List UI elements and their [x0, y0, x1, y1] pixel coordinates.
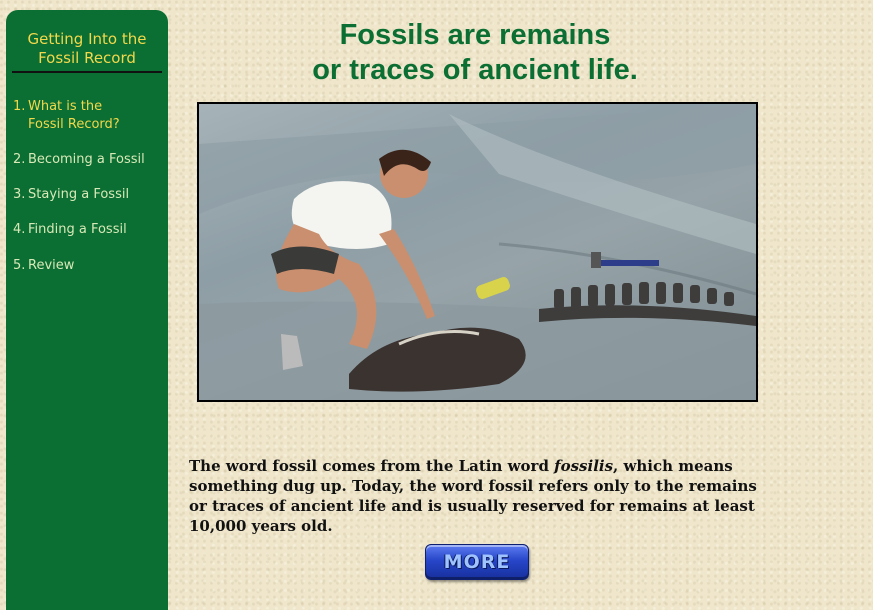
- sidebar-item-label: What is the Fossil Record?: [28, 98, 148, 134]
- body-text-part1: The word fossil comes from the Latin wor…: [189, 457, 555, 475]
- sidebar-item-label: Staying a Fossil: [28, 187, 130, 202]
- sidebar-item-staying-a-fossil[interactable]: 3. Staying a Fossil: [13, 186, 129, 204]
- sidebar-item-number: 1.: [13, 99, 26, 114]
- sidebar-title-line2: Fossil Record: [38, 49, 136, 67]
- page-title: Fossils are remains or traces of ancient…: [200, 18, 750, 88]
- sidebar-title-line1: Getting Into the: [27, 30, 147, 48]
- sidebar-item-label-line2: Fossil Record?: [28, 117, 120, 132]
- fossil-definition-paragraph: The word fossil comes from the Latin wor…: [189, 456, 759, 536]
- sidebar-item-number: 5.: [13, 258, 26, 273]
- sidebar-item-label-line1: What is the: [28, 99, 103, 114]
- sidebar-item-number: 3.: [13, 187, 26, 202]
- fossil-dig-illustration: [199, 104, 756, 400]
- more-button-label: MORE: [443, 551, 511, 573]
- sidebar-item-what-is-the-fossil-record[interactable]: 1. What is the Fossil Record?: [13, 98, 148, 134]
- sidebar-nav: Getting Into the Fossil Record 1. What is…: [6, 10, 168, 610]
- sidebar-item-label: Becoming a Fossil: [28, 152, 145, 167]
- sidebar-item-review[interactable]: 5. Review: [13, 257, 74, 275]
- sidebar-title: Getting Into the Fossil Record: [12, 30, 162, 68]
- sidebar-item-label: Review: [28, 258, 75, 273]
- page-title-line1: Fossils are remains: [339, 19, 611, 51]
- more-button[interactable]: MORE: [425, 544, 529, 580]
- sidebar-item-number: 2.: [13, 152, 26, 167]
- sidebar-item-number: 4.: [13, 222, 26, 237]
- fossil-dig-photo: [197, 102, 758, 402]
- sidebar-item-becoming-a-fossil[interactable]: 2. Becoming a Fossil: [13, 151, 145, 169]
- sidebar-item-finding-a-fossil[interactable]: 4. Finding a Fossil: [13, 221, 127, 239]
- sidebar-item-label: Finding a Fossil: [28, 222, 127, 237]
- sidebar-divider: [12, 71, 162, 73]
- body-text-latin-word: fossilis: [554, 457, 614, 475]
- page-title-line2: or traces of ancient life.: [312, 54, 638, 86]
